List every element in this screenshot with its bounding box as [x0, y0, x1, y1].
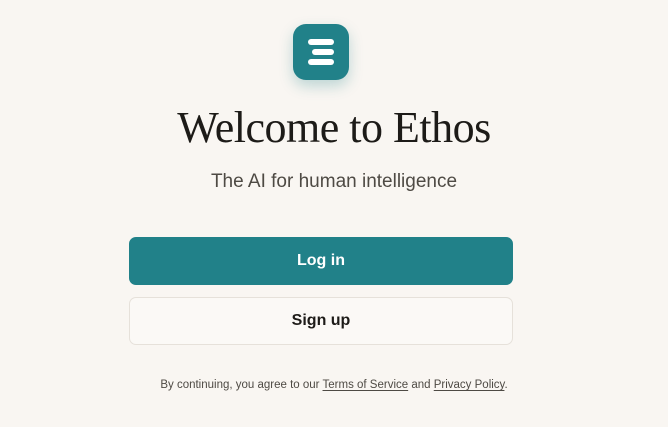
privacy-policy-link[interactable]: Privacy Policy [434, 379, 505, 391]
legal-suffix: . [504, 379, 508, 391]
legal-conjunction: and [408, 379, 434, 391]
ethos-logo-icon [308, 39, 334, 65]
signup-button[interactable]: Sign up [129, 297, 513, 345]
ethos-logo [293, 24, 349, 80]
page-title: Welcome to Ethos [177, 103, 491, 152]
login-button[interactable]: Log in [129, 237, 513, 285]
legal-prefix: By continuing, you agree to our [160, 379, 323, 391]
legal-notice: By continuing, you agree to our Terms of… [0, 377, 668, 393]
terms-of-service-link[interactable]: Terms of Service [323, 379, 409, 391]
page-subtitle: The AI for human intelligence [210, 171, 458, 192]
